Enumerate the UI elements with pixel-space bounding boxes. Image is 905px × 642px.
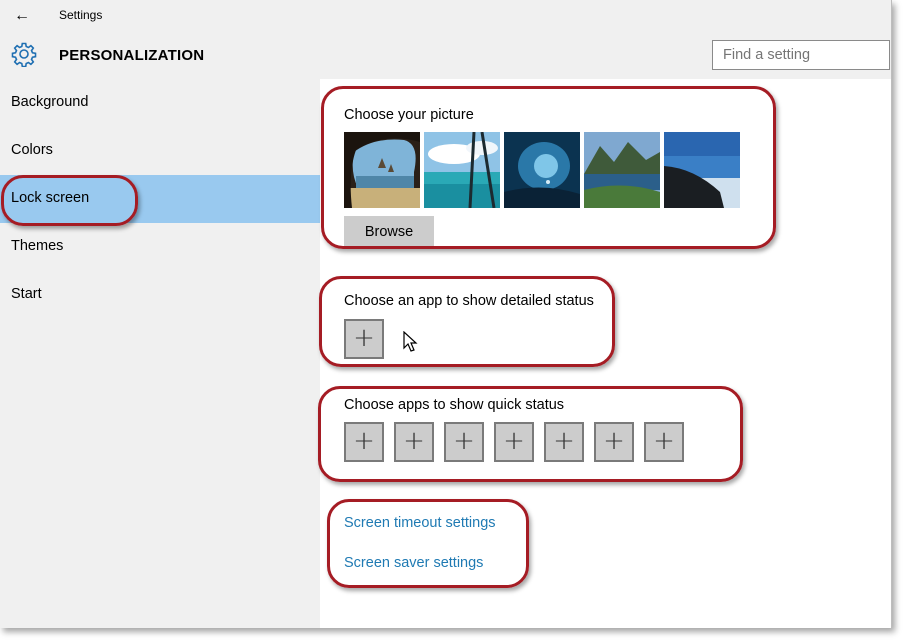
aerial-lagoon-photo[interactable]	[424, 132, 500, 208]
sidebar-item-colors[interactable]: Colors	[0, 127, 320, 175]
sidebar-item-start[interactable]: Start	[0, 271, 320, 319]
plus-icon: +	[453, 426, 475, 456]
back-arrow-icon[interactable]: ←	[10, 6, 34, 26]
add-quick-status-app-button-2[interactable]: +	[394, 422, 434, 462]
sidebar: Background Colors Lock screen Themes Sta…	[0, 79, 320, 628]
plus-icon: +	[603, 426, 625, 456]
picture-heading: Choose your picture	[344, 107, 474, 123]
page-header: PERSONALIZATION	[0, 32, 891, 79]
plus-icon: +	[403, 426, 425, 456]
plus-icon: +	[653, 426, 675, 456]
screen-timeout-settings-link[interactable]: Screen timeout settings	[344, 515, 496, 531]
page-title: PERSONALIZATION	[59, 47, 205, 64]
search-input[interactable]	[712, 40, 890, 70]
mountain-lake-photo[interactable]	[584, 132, 660, 208]
beach-cave-photo[interactable]	[344, 132, 420, 208]
gear-icon	[11, 42, 37, 67]
plus-icon: +	[553, 426, 575, 456]
title-bar: ← Settings	[0, 0, 891, 32]
sidebar-item-themes[interactable]: Themes	[0, 223, 320, 271]
add-quick-status-app-button-4[interactable]: +	[494, 422, 534, 462]
add-quick-status-app-button-1[interactable]: +	[344, 422, 384, 462]
add-quick-status-app-button-3[interactable]: +	[444, 422, 484, 462]
detailed-status-heading: Choose an app to show detailed status	[344, 293, 594, 309]
settings-window: ← Settings PERSONALIZATION Background Co…	[0, 0, 892, 628]
plus-icon: +	[353, 323, 375, 353]
screen-saver-settings-link[interactable]: Screen saver settings	[344, 555, 483, 571]
add-quick-status-app-button-7[interactable]: +	[644, 422, 684, 462]
add-detailed-status-app-button[interactable]: +	[344, 319, 384, 359]
window-title: Settings	[59, 8, 103, 22]
ice-cave-photo[interactable]	[504, 132, 580, 208]
quick-status-heading: Choose apps to show quick status	[344, 397, 565, 413]
main-content: Choose your picture Browse Choose an app…	[320, 79, 891, 628]
plus-icon: +	[503, 426, 525, 456]
plus-icon: +	[353, 426, 375, 456]
mouse-pointer-icon	[403, 331, 418, 352]
sidebar-item-background[interactable]: Background	[0, 79, 320, 127]
add-quick-status-app-button-6[interactable]: +	[594, 422, 634, 462]
add-quick-status-app-button-5[interactable]: +	[544, 422, 584, 462]
sidebar-item-lock-screen[interactable]: Lock screen	[0, 175, 320, 223]
browse-button[interactable]: Browse	[344, 216, 434, 248]
cliff-sea-photo[interactable]	[664, 132, 740, 208]
